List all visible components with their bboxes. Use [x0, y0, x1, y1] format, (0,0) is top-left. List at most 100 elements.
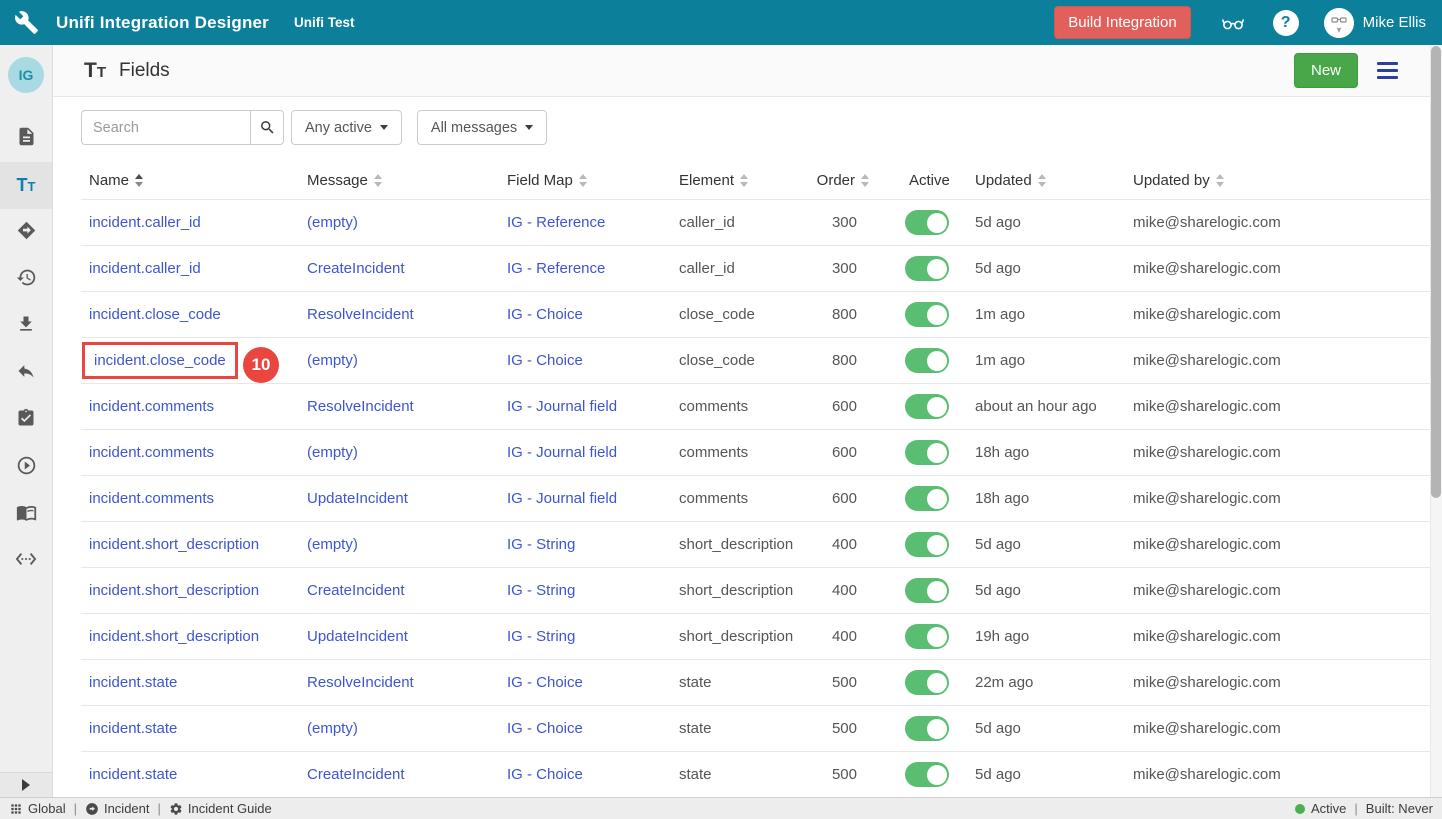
column-header-field-map[interactable]: Field Map — [507, 172, 679, 189]
preview-glasses-icon[interactable] — [1218, 11, 1248, 35]
field-name-link[interactable]: incident.short_description — [89, 582, 259, 599]
active-toggle[interactable] — [905, 394, 949, 419]
active-toggle[interactable] — [905, 302, 949, 327]
field-map-link[interactable]: IG - String — [507, 536, 575, 553]
column-header-updated-by[interactable]: Updated by — [1133, 172, 1430, 189]
column-label: Updated — [975, 172, 1032, 189]
message-link[interactable]: (empty) — [307, 536, 358, 553]
active-toggle[interactable] — [905, 486, 949, 511]
field-name-link[interactable]: incident.comments — [89, 444, 214, 461]
field-name-link[interactable]: incident.state — [89, 720, 177, 737]
field-name-link[interactable]: incident.close_code — [89, 306, 221, 323]
sidebar-item-history[interactable] — [0, 256, 52, 303]
message-link[interactable]: (empty) — [307, 214, 358, 231]
active-toggle[interactable] — [905, 578, 949, 603]
active-toggle[interactable] — [905, 670, 949, 695]
message-link[interactable]: UpdateIncident — [307, 628, 408, 645]
field-name-link[interactable]: incident.caller_id — [89, 214, 201, 231]
field-name-link[interactable]: incident.state — [89, 766, 177, 783]
sidebar-item-documents[interactable] — [0, 115, 52, 162]
integration-avatar[interactable]: IG — [8, 57, 44, 93]
field-map-link[interactable]: IG - String — [507, 582, 575, 599]
statusbar-incident-guide[interactable]: Incident Guide — [169, 801, 272, 816]
help-icon[interactable]: ? — [1273, 10, 1299, 36]
sidebar-item-scripts[interactable] — [0, 538, 52, 585]
user-name[interactable]: Mike Ellis — [1363, 14, 1426, 31]
message-link[interactable]: ResolveIncident — [307, 674, 414, 691]
column-header-updated[interactable]: Updated — [975, 172, 1133, 189]
message-link[interactable]: CreateIncident — [307, 260, 405, 277]
sort-carets-icon — [1038, 174, 1046, 187]
field-map-link[interactable]: IG - Choice — [507, 674, 583, 691]
sidebar-item-documentation[interactable] — [0, 491, 52, 538]
message-link[interactable]: ResolveIncident — [307, 306, 414, 323]
field-map-link[interactable]: IG - Reference — [507, 260, 605, 277]
sidebar-item-import[interactable] — [0, 303, 52, 350]
filter-messages-dropdown[interactable]: All messages — [417, 110, 547, 145]
field-name-link[interactable]: incident.short_description — [89, 536, 259, 553]
active-toggle[interactable] — [905, 532, 949, 557]
sort-carets-icon — [861, 174, 869, 187]
message-link[interactable]: CreateIncident — [307, 766, 405, 783]
search-button[interactable] — [250, 110, 284, 145]
field-name-link[interactable]: incident.comments — [89, 490, 214, 507]
status-bar: Global | Incident | Incident Guide Activ… — [0, 797, 1442, 819]
message-link[interactable]: CreateIncident — [307, 582, 405, 599]
field-map-link[interactable]: IG - Choice — [507, 766, 583, 783]
active-toggle[interactable] — [905, 210, 949, 235]
search-input[interactable] — [81, 110, 250, 145]
field-map-link[interactable]: IG - Choice — [507, 352, 583, 369]
updated-by-value: mike@sharelogic.com — [1133, 628, 1281, 645]
sidebar-item-tasks[interactable] — [0, 397, 52, 444]
column-header-order[interactable]: Order — [809, 172, 879, 189]
active-toggle[interactable] — [905, 716, 949, 741]
order-value: 400 — [832, 628, 857, 645]
field-map-link[interactable]: IG - Journal field — [507, 398, 617, 415]
field-name-link[interactable]: incident.state — [89, 674, 177, 691]
user-avatar[interactable] — [1324, 8, 1354, 38]
field-map-link[interactable]: IG - Choice — [507, 306, 583, 323]
field-name-link[interactable]: incident.short_description — [89, 628, 259, 645]
field-map-link[interactable]: IG - Choice — [507, 720, 583, 737]
filter-active-dropdown[interactable]: Any active — [291, 110, 402, 145]
scrollbar-track[interactable] — [1430, 45, 1442, 797]
new-button[interactable]: New — [1294, 53, 1358, 88]
active-toggle[interactable] — [905, 762, 949, 787]
sidebar-item-messages[interactable] — [0, 209, 52, 256]
statusbar-global[interactable]: Global — [9, 801, 66, 816]
column-label: Message — [307, 172, 368, 189]
updated-by-value: mike@sharelogic.com — [1133, 766, 1281, 783]
field-name-link[interactable]: incident.caller_id — [89, 260, 201, 277]
message-link[interactable]: UpdateIncident — [307, 490, 408, 507]
field-map-link[interactable]: IG - Journal field — [507, 490, 617, 507]
active-toggle[interactable] — [905, 348, 949, 373]
scrollbar-thumb[interactable] — [1431, 46, 1441, 498]
menu-hamburger-icon[interactable] — [1377, 62, 1398, 80]
sidebar-item-fields[interactable]: TT — [0, 162, 52, 209]
order-value: 600 — [832, 444, 857, 461]
message-link[interactable]: (empty) — [307, 352, 358, 369]
column-header-message[interactable]: Message — [307, 172, 507, 189]
field-map-link[interactable]: IG - Journal field — [507, 444, 617, 461]
field-name-link[interactable]: incident.close_code — [94, 352, 226, 369]
sidebar-item-run[interactable] — [0, 444, 52, 491]
active-toggle[interactable] — [905, 256, 949, 281]
sidebar-expand-button[interactable] — [0, 772, 52, 797]
element-value: comments — [679, 490, 748, 507]
column-header-name[interactable]: Name — [81, 172, 307, 189]
statusbar-incident[interactable]: Incident — [85, 801, 150, 816]
active-toggle[interactable] — [905, 440, 949, 465]
field-name-link[interactable]: incident.comments — [89, 398, 214, 415]
table-row: incident.caller_id CreateIncident IG - Ref… — [81, 245, 1430, 291]
download-icon — [16, 314, 36, 339]
field-map-link[interactable]: IG - Reference — [507, 214, 605, 231]
message-link[interactable]: ResolveIncident — [307, 398, 414, 415]
message-link[interactable]: (empty) — [307, 720, 358, 737]
sidebar-item-responses[interactable] — [0, 350, 52, 397]
field-map-link[interactable]: IG - String — [507, 628, 575, 645]
message-link[interactable]: (empty) — [307, 444, 358, 461]
column-header-element[interactable]: Element — [679, 172, 809, 189]
active-toggle[interactable] — [905, 624, 949, 649]
table-row: incident.caller_id(empty)IG - Referencec… — [81, 199, 1430, 245]
build-integration-button[interactable]: Build Integration — [1054, 6, 1190, 39]
